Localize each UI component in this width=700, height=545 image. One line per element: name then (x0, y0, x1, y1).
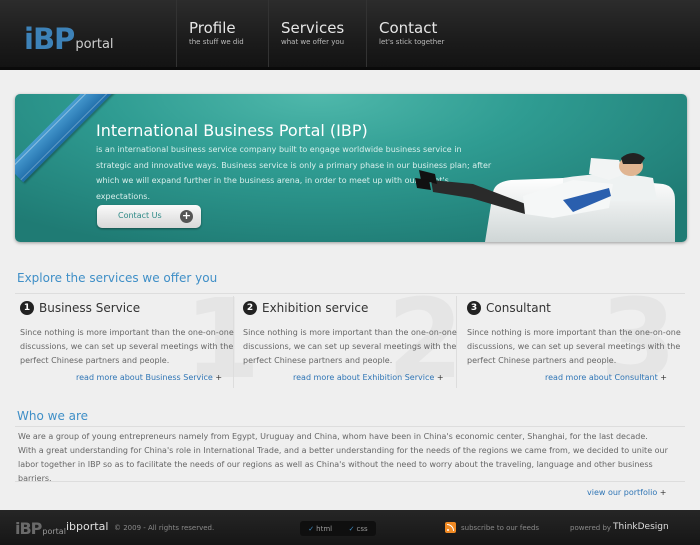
service-title: Exhibition service (262, 301, 369, 315)
who-heading: Who we are (17, 409, 89, 423)
nav-item-profile[interactable]: Profile the stuff we did (176, 0, 268, 68)
hero-title: International Business Portal (IBP) (96, 121, 368, 140)
read-more-link[interactable]: read more about Consultant + (545, 373, 667, 382)
nav-title: Contact (379, 19, 438, 37)
contact-us-button[interactable]: Contact Us + (97, 205, 201, 228)
footer-logo[interactable]: iBP portal (15, 518, 66, 538)
validation-badges: ✓ html ✓ css (300, 521, 376, 536)
rss-icon[interactable] (445, 522, 456, 533)
html-badge[interactable]: ✓ html (308, 525, 332, 533)
service-header: 1 Business Service (20, 301, 140, 315)
businessman-photo (415, 153, 675, 242)
logo-mark: iBP (24, 22, 75, 56)
service-card-exhibition: 2 Exhibition service Since nothing is mo… (243, 296, 458, 392)
plus-icon: + (436, 373, 444, 382)
hero-banner: International Business Portal (IBP) is a… (15, 94, 687, 242)
number-bullet: 1 (20, 301, 34, 315)
designer-link[interactable]: ThinkDesign (613, 522, 669, 532)
footer-site-name: ibportal (66, 520, 109, 533)
service-title: Business Service (39, 301, 141, 315)
footer: iBP portal ibportal © 2009 - All rights … (0, 510, 700, 545)
powered-by-label: powered by (570, 524, 612, 532)
read-more-link[interactable]: read more about Exhibition Service + (293, 373, 444, 382)
service-description: Since nothing is more important than the… (20, 328, 234, 365)
service-card-consultant: 3 Consultant Since nothing is more impor… (467, 296, 682, 392)
copyright: © 2009 - All rights reserved. (114, 524, 215, 532)
nav-item-services[interactable]: Services what we offer you (268, 0, 366, 68)
read-more-label: read more about Exhibition Service (293, 373, 435, 382)
nav-item-contact[interactable]: Contact let's stick together (366, 0, 458, 68)
css-badge[interactable]: ✓ css (349, 525, 368, 533)
check-icon: ✓ (348, 524, 355, 533)
footer-logo-sub: portal (42, 527, 66, 536)
nav-subtitle: what we offer you (281, 38, 345, 46)
who-paragraphs: We are a group of young entrepreneurs na… (18, 430, 683, 486)
service-description: Since nothing is more important than the… (243, 328, 457, 365)
check-icon: ✓ (308, 524, 315, 533)
main-nav: Profile the stuff we did Services what w… (176, 0, 458, 68)
who-paragraph: We are a group of young entrepreneurs na… (18, 432, 648, 441)
plus-icon: + (659, 488, 667, 497)
number-bullet: 2 (243, 301, 257, 315)
logo[interactable]: iBP portal (24, 20, 114, 56)
service-description: Since nothing is more important than the… (467, 328, 681, 365)
nav-subtitle: let's stick together (379, 38, 445, 46)
header: iBP portal Profile the stuff we did Serv… (0, 0, 700, 70)
who-paragraph: With a great understanding for China's r… (18, 446, 668, 483)
service-title: Consultant (486, 301, 551, 315)
read-more-label: read more about Business Service (76, 373, 213, 382)
plus-icon: + (660, 373, 667, 382)
badge-label: css (356, 524, 368, 533)
view-portfolio-link[interactable]: view our portfolio + (587, 488, 666, 497)
plus-icon: + (215, 373, 223, 382)
number-bullet: 3 (467, 301, 481, 315)
contact-us-label: Contact Us (118, 211, 162, 220)
service-card-business: 1 Business Service Since nothing is more… (20, 296, 235, 392)
section-divider (15, 481, 685, 482)
section-divider (15, 293, 685, 294)
read-more-label: read more about Consultant (545, 373, 658, 382)
service-header: 2 Exhibition service (243, 301, 368, 315)
footer-logo-mark: iBP (15, 519, 42, 538)
subscribe-link[interactable]: subscribe to our feeds (461, 524, 539, 532)
plus-circle-icon: + (180, 209, 193, 223)
nav-subtitle: the stuff we did (189, 38, 244, 46)
section-divider (15, 426, 685, 427)
nav-title: Services (281, 19, 345, 37)
service-header: 3 Consultant (467, 301, 551, 315)
logo-sub: portal (75, 37, 114, 52)
read-more-link[interactable]: read more about Business Service + (76, 373, 222, 382)
nav-title: Profile (189, 19, 236, 37)
portfolio-label: view our portfolio (587, 488, 658, 497)
badge-label: html (316, 524, 333, 533)
